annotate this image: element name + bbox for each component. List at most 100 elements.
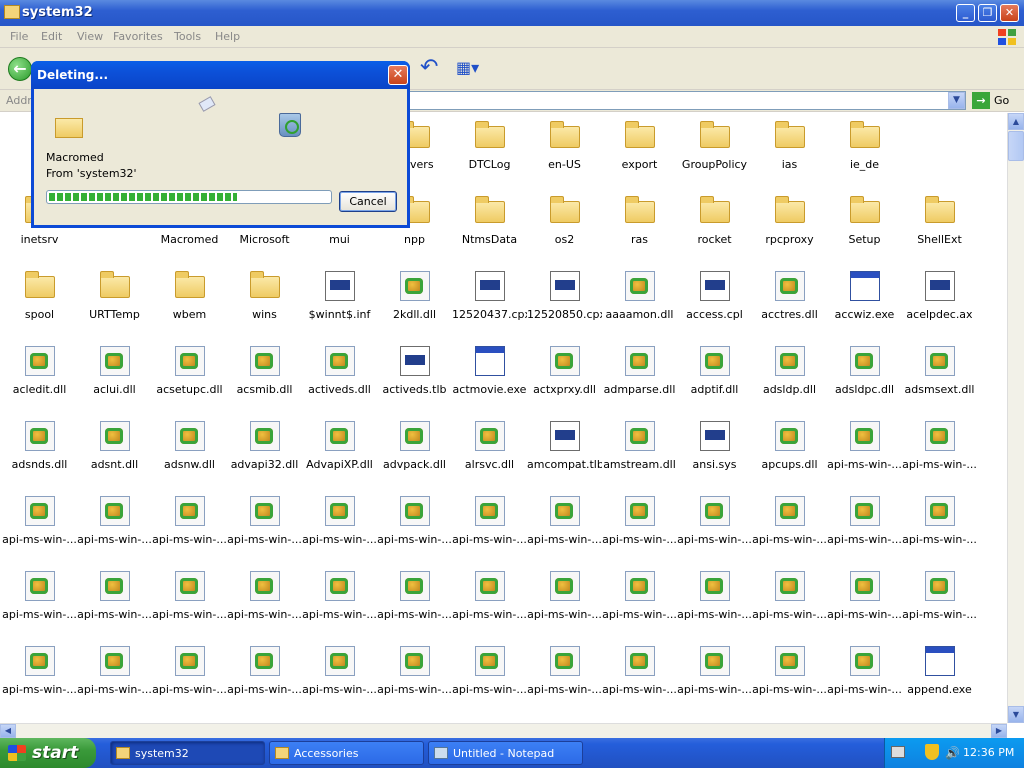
file-item[interactable]: api-ms-win-... (452, 566, 527, 641)
file-item[interactable]: acsmib.dll (227, 341, 302, 416)
file-item[interactable]: 12520850.cpx (527, 266, 602, 341)
file-item[interactable]: api-ms-win-... (752, 641, 827, 716)
go-button[interactable]: Go (994, 94, 1009, 107)
file-item[interactable]: acctres.dll (752, 266, 827, 341)
start-button[interactable]: start (0, 738, 96, 768)
minimize-button[interactable]: _ (956, 4, 975, 22)
file-item[interactable]: api-ms-win-... (527, 566, 602, 641)
file-item[interactable]: wins (227, 266, 302, 341)
task-accessories[interactable]: Accessories (269, 741, 424, 765)
scroll-left-icon[interactable]: ◀ (0, 724, 16, 738)
file-item[interactable]: api-ms-win-... (827, 641, 902, 716)
file-item[interactable]: api-ms-win-... (377, 641, 452, 716)
file-item[interactable]: Setup (827, 191, 902, 266)
file-item[interactable]: access.cpl (677, 266, 752, 341)
go-arrow-icon[interactable]: → (972, 92, 990, 109)
file-item[interactable]: acelpdec.ax (902, 266, 977, 341)
menu-view[interactable]: View (77, 30, 103, 43)
file-item[interactable]: adsmsext.dll (902, 341, 977, 416)
undo-icon[interactable]: ↶ (420, 57, 444, 81)
file-item[interactable]: AdvapiXP.dll (302, 416, 377, 491)
file-item[interactable]: aclui.dll (77, 341, 152, 416)
scroll-down-icon[interactable]: ▼ (1008, 706, 1024, 723)
speaker-icon[interactable]: 🔊 (945, 746, 960, 760)
dialog-close-button[interactable]: ✕ (388, 65, 408, 85)
file-item[interactable]: actxprxy.dll (527, 341, 602, 416)
file-item[interactable]: advapi32.dll (227, 416, 302, 491)
file-item[interactable]: rpcproxy (752, 191, 827, 266)
file-item[interactable]: api-ms-win-... (827, 566, 902, 641)
file-item[interactable]: adsnds.dll (2, 416, 77, 491)
file-item[interactable]: NtmsData (452, 191, 527, 266)
file-item[interactable]: api-ms-win-... (152, 641, 227, 716)
file-item[interactable]: api-ms-win-... (827, 491, 902, 566)
file-item[interactable]: api-ms-win-... (452, 491, 527, 566)
file-item[interactable]: api-ms-win-... (377, 566, 452, 641)
file-item[interactable]: amcompat.tlb (527, 416, 602, 491)
file-item[interactable]: adsldp.dll (752, 341, 827, 416)
scroll-up-icon[interactable]: ▲ (1008, 113, 1024, 130)
file-item[interactable]: api-ms-win-... (827, 416, 902, 491)
file-item[interactable]: os2 (527, 191, 602, 266)
file-item[interactable]: ShellExt (902, 191, 977, 266)
task-notepad[interactable]: Untitled - Notepad (428, 741, 583, 765)
file-item[interactable]: accwiz.exe (827, 266, 902, 341)
file-item[interactable]: api-ms-win-... (302, 566, 377, 641)
file-item[interactable]: acsetupc.dll (152, 341, 227, 416)
file-item[interactable]: apcups.dll (752, 416, 827, 491)
file-item[interactable]: acledit.dll (2, 341, 77, 416)
file-item[interactable]: api-ms-win-... (227, 566, 302, 641)
file-item[interactable]: ansi.sys (677, 416, 752, 491)
file-item[interactable]: api-ms-win-... (77, 566, 152, 641)
file-item[interactable]: $winnt$.inf (302, 266, 377, 341)
cancel-button[interactable]: Cancel (339, 191, 397, 212)
file-item[interactable]: api-ms-win-... (527, 641, 602, 716)
file-item[interactable]: api-ms-win-... (752, 491, 827, 566)
file-item[interactable]: 12520437.cpx (452, 266, 527, 341)
file-item[interactable]: api-ms-win-... (602, 641, 677, 716)
file-item[interactable]: api-ms-win-... (2, 491, 77, 566)
back-arrow-icon[interactable]: ← (8, 57, 32, 81)
file-item[interactable]: amstream.dll (602, 416, 677, 491)
file-item[interactable]: api-ms-win-... (902, 416, 977, 491)
file-item[interactable]: api-ms-win-... (227, 641, 302, 716)
file-item[interactable]: ras (602, 191, 677, 266)
maximize-button[interactable]: ❐ (978, 4, 997, 22)
file-item[interactable]: DTCLog (452, 116, 527, 191)
file-item[interactable]: adptif.dll (677, 341, 752, 416)
file-item[interactable]: api-ms-win-... (227, 491, 302, 566)
file-item[interactable]: api-ms-win-... (677, 641, 752, 716)
file-item[interactable]: adsldpc.dll (827, 341, 902, 416)
file-item[interactable]: ie_de (827, 116, 902, 191)
menu-file[interactable]: File (10, 30, 28, 43)
file-item[interactable]: api-ms-win-... (77, 641, 152, 716)
window-title-bar[interactable]: system32 _ ❐ ✕ (0, 0, 1024, 26)
close-button[interactable]: ✕ (1000, 4, 1019, 22)
file-item[interactable]: advpack.dll (377, 416, 452, 491)
menu-edit[interactable]: Edit (41, 30, 62, 43)
scroll-right-icon[interactable]: ▶ (991, 724, 1007, 738)
file-item[interactable]: export (602, 116, 677, 191)
file-item[interactable]: alrsvc.dll (452, 416, 527, 491)
file-item[interactable]: api-ms-win-... (302, 641, 377, 716)
file-item[interactable]: admparse.dll (602, 341, 677, 416)
security-shield-icon[interactable] (925, 744, 939, 760)
file-item[interactable]: api-ms-win-... (902, 566, 977, 641)
file-item[interactable]: api-ms-win-... (152, 566, 227, 641)
file-item[interactable]: activeds.tlb (377, 341, 452, 416)
file-item[interactable]: api-ms-win-... (2, 641, 77, 716)
views-icon[interactable]: ▦▾ (456, 58, 490, 80)
file-item[interactable]: 2kdll.dll (377, 266, 452, 341)
file-item[interactable]: adsnt.dll (77, 416, 152, 491)
file-item[interactable]: api-ms-win-... (677, 566, 752, 641)
file-item[interactable]: adsnw.dll (152, 416, 227, 491)
file-item[interactable]: aaaamon.dll (602, 266, 677, 341)
file-item[interactable]: rocket (677, 191, 752, 266)
horizontal-scrollbar[interactable]: ◀ ▶ (0, 723, 1007, 738)
file-item[interactable]: api-ms-win-... (152, 491, 227, 566)
task-system32[interactable]: system32 (110, 741, 265, 765)
file-item[interactable]: GroupPolicy (677, 116, 752, 191)
file-item[interactable]: api-ms-win-... (527, 491, 602, 566)
file-item[interactable]: api-ms-win-... (452, 641, 527, 716)
file-item[interactable]: spool (2, 266, 77, 341)
